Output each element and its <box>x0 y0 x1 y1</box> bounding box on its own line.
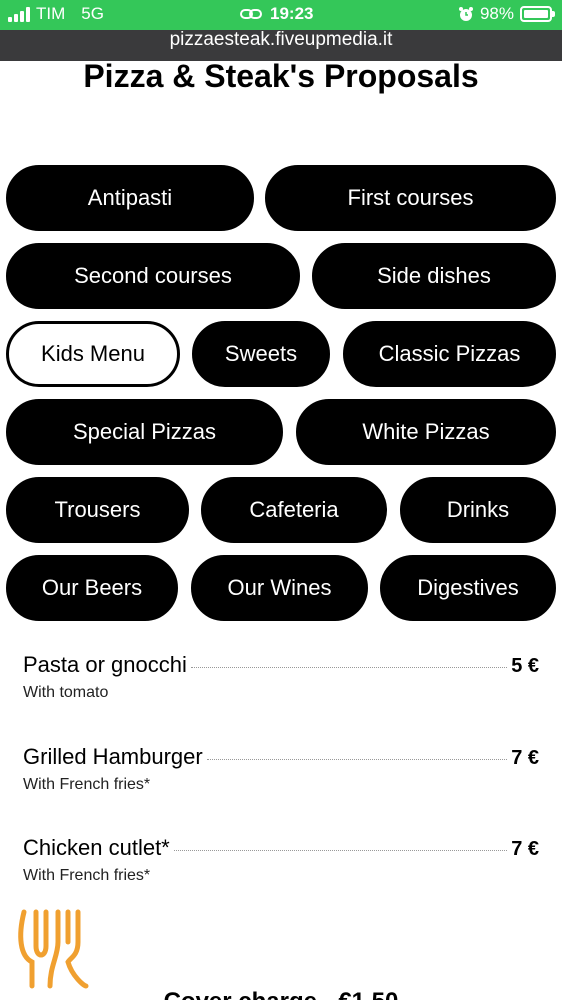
restaurant-logo-icon <box>18 909 89 989</box>
item-price: 7 € <box>511 747 539 769</box>
menu-item: Chicken cutlet* 7 € With French fries* <box>23 835 539 895</box>
status-center: 19:23 <box>240 4 313 24</box>
item-description: With French fries* <box>23 867 151 884</box>
link-icon <box>240 9 262 19</box>
item-name: Pasta or gnocchi <box>23 652 187 677</box>
menu-item: Pasta or gnocchi 5 € With tomato <box>23 652 539 712</box>
alarm-icon <box>458 7 473 21</box>
dotted-leader <box>190 667 508 668</box>
battery-percent: 98% <box>479 4 514 23</box>
category-digestives[interactable]: Digestives <box>380 555 556 621</box>
category-drinks[interactable]: Drinks <box>400 477 556 543</box>
item-price: 7 € <box>511 838 539 860</box>
signal-icon <box>8 6 30 22</box>
category-our-beers[interactable]: Our Beers <box>6 555 178 621</box>
status-left: TIM 5G <box>8 4 104 24</box>
network: 5G <box>81 4 104 23</box>
dotted-leader <box>206 759 508 760</box>
clock: 19:23 <box>270 4 314 23</box>
category-classic-pizzas[interactable]: Classic Pizzas <box>343 321 556 387</box>
item-description: With tomato <box>23 684 109 701</box>
category-first-courses[interactable]: First courses <box>265 165 556 231</box>
url-bar[interactable]: pizzaesteak.fiveupmedia.it <box>0 30 562 61</box>
battery-icon <box>520 6 555 22</box>
page-title: Pizza & Steak's Proposals <box>83 58 479 94</box>
item-name: Chicken cutlet* <box>23 835 170 860</box>
category-special-pizzas[interactable]: Special Pizzas <box>6 399 283 465</box>
item-description: With French fries* <box>23 776 151 793</box>
status-right: 98% <box>458 4 555 24</box>
category-kids-menu[interactable]: Kids Menu <box>6 321 180 387</box>
category-second-courses[interactable]: Second courses <box>6 243 300 309</box>
item-name: Grilled Hamburger <box>23 744 203 769</box>
menu-item: Grilled Hamburger 7 € With French fries* <box>23 744 539 804</box>
cover-charge: Cover charge - €1.50 <box>0 988 562 1000</box>
category-white-pizzas[interactable]: White Pizzas <box>296 399 556 465</box>
category-side-dishes[interactable]: Side dishes <box>312 243 556 309</box>
status-bar: TIM 5G 19:23 98% <box>0 0 562 30</box>
dotted-leader <box>173 850 508 851</box>
category-cafeteria[interactable]: Cafeteria <box>201 477 387 543</box>
item-price: 5 € <box>511 655 539 677</box>
carrier: TIM <box>36 4 66 23</box>
category-sweets[interactable]: Sweets <box>192 321 330 387</box>
category-antipasti[interactable]: Antipasti <box>6 165 254 231</box>
category-trousers[interactable]: Trousers <box>6 477 189 543</box>
category-our-wines[interactable]: Our Wines <box>191 555 368 621</box>
